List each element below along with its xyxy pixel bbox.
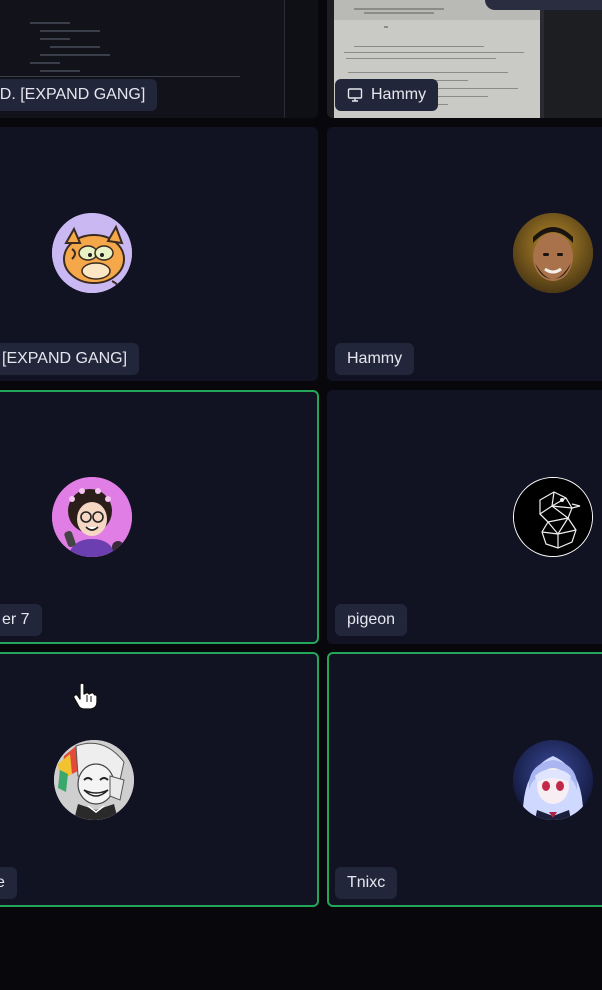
participant-name-tag: er 7 [0,604,42,636]
garfield-avatar [52,213,132,293]
participant-name: e [0,867,5,899]
participant-name: pigeon [347,611,396,628]
video-call-grid: M.D. [EXPAND GANG] [0,0,602,990]
participant-tile-speaking[interactable]: e [0,652,319,907]
participant-name: [EXPAND GANG] [2,350,128,367]
screen-share-tile-right[interactable]: Hammy [327,0,602,118]
screen-share-tile-left[interactable]: M.D. [EXPAND GANG] [0,0,318,118]
participant-tile[interactable]: pigeon [327,390,602,644]
participant-name-tag: M.D. [EXPAND GANG] [0,79,158,111]
anime-blue-hair-avatar [513,740,593,820]
participant-name: Tnixc [347,874,386,891]
participant-name: er 7 [2,611,30,628]
monitor-icon [347,87,363,103]
cartoon-glasses-avatar [52,477,132,557]
participant-name-tag: e [0,867,17,899]
participant-tile-speaking[interactable]: er 7 [0,390,319,644]
participant-tile[interactable]: Hammy [327,127,602,381]
participant-name-tag: Hammy [335,343,415,375]
participant-tile[interactable]: [EXPAND GANG] [0,127,318,381]
geometric-pigeon-avatar [513,477,593,557]
participant-tile-speaking[interactable]: Tnixc [327,652,602,907]
anime-grin-avatar [54,740,134,820]
participant-name-tag: Tnixc [335,867,398,899]
participant-name: Hammy [371,86,427,103]
participant-name-tag: pigeon [335,604,408,636]
hand-pointer-cursor-icon [70,681,98,711]
participant-name: M.D. [EXPAND GANG] [0,86,146,103]
participant-name: Hammy [347,350,403,367]
participant-name-tag: [EXPAND GANG] [0,343,140,375]
top-control-pill[interactable] [485,0,602,10]
participant-name-tag: Hammy [335,79,439,111]
bearded-man-avatar [513,213,593,293]
